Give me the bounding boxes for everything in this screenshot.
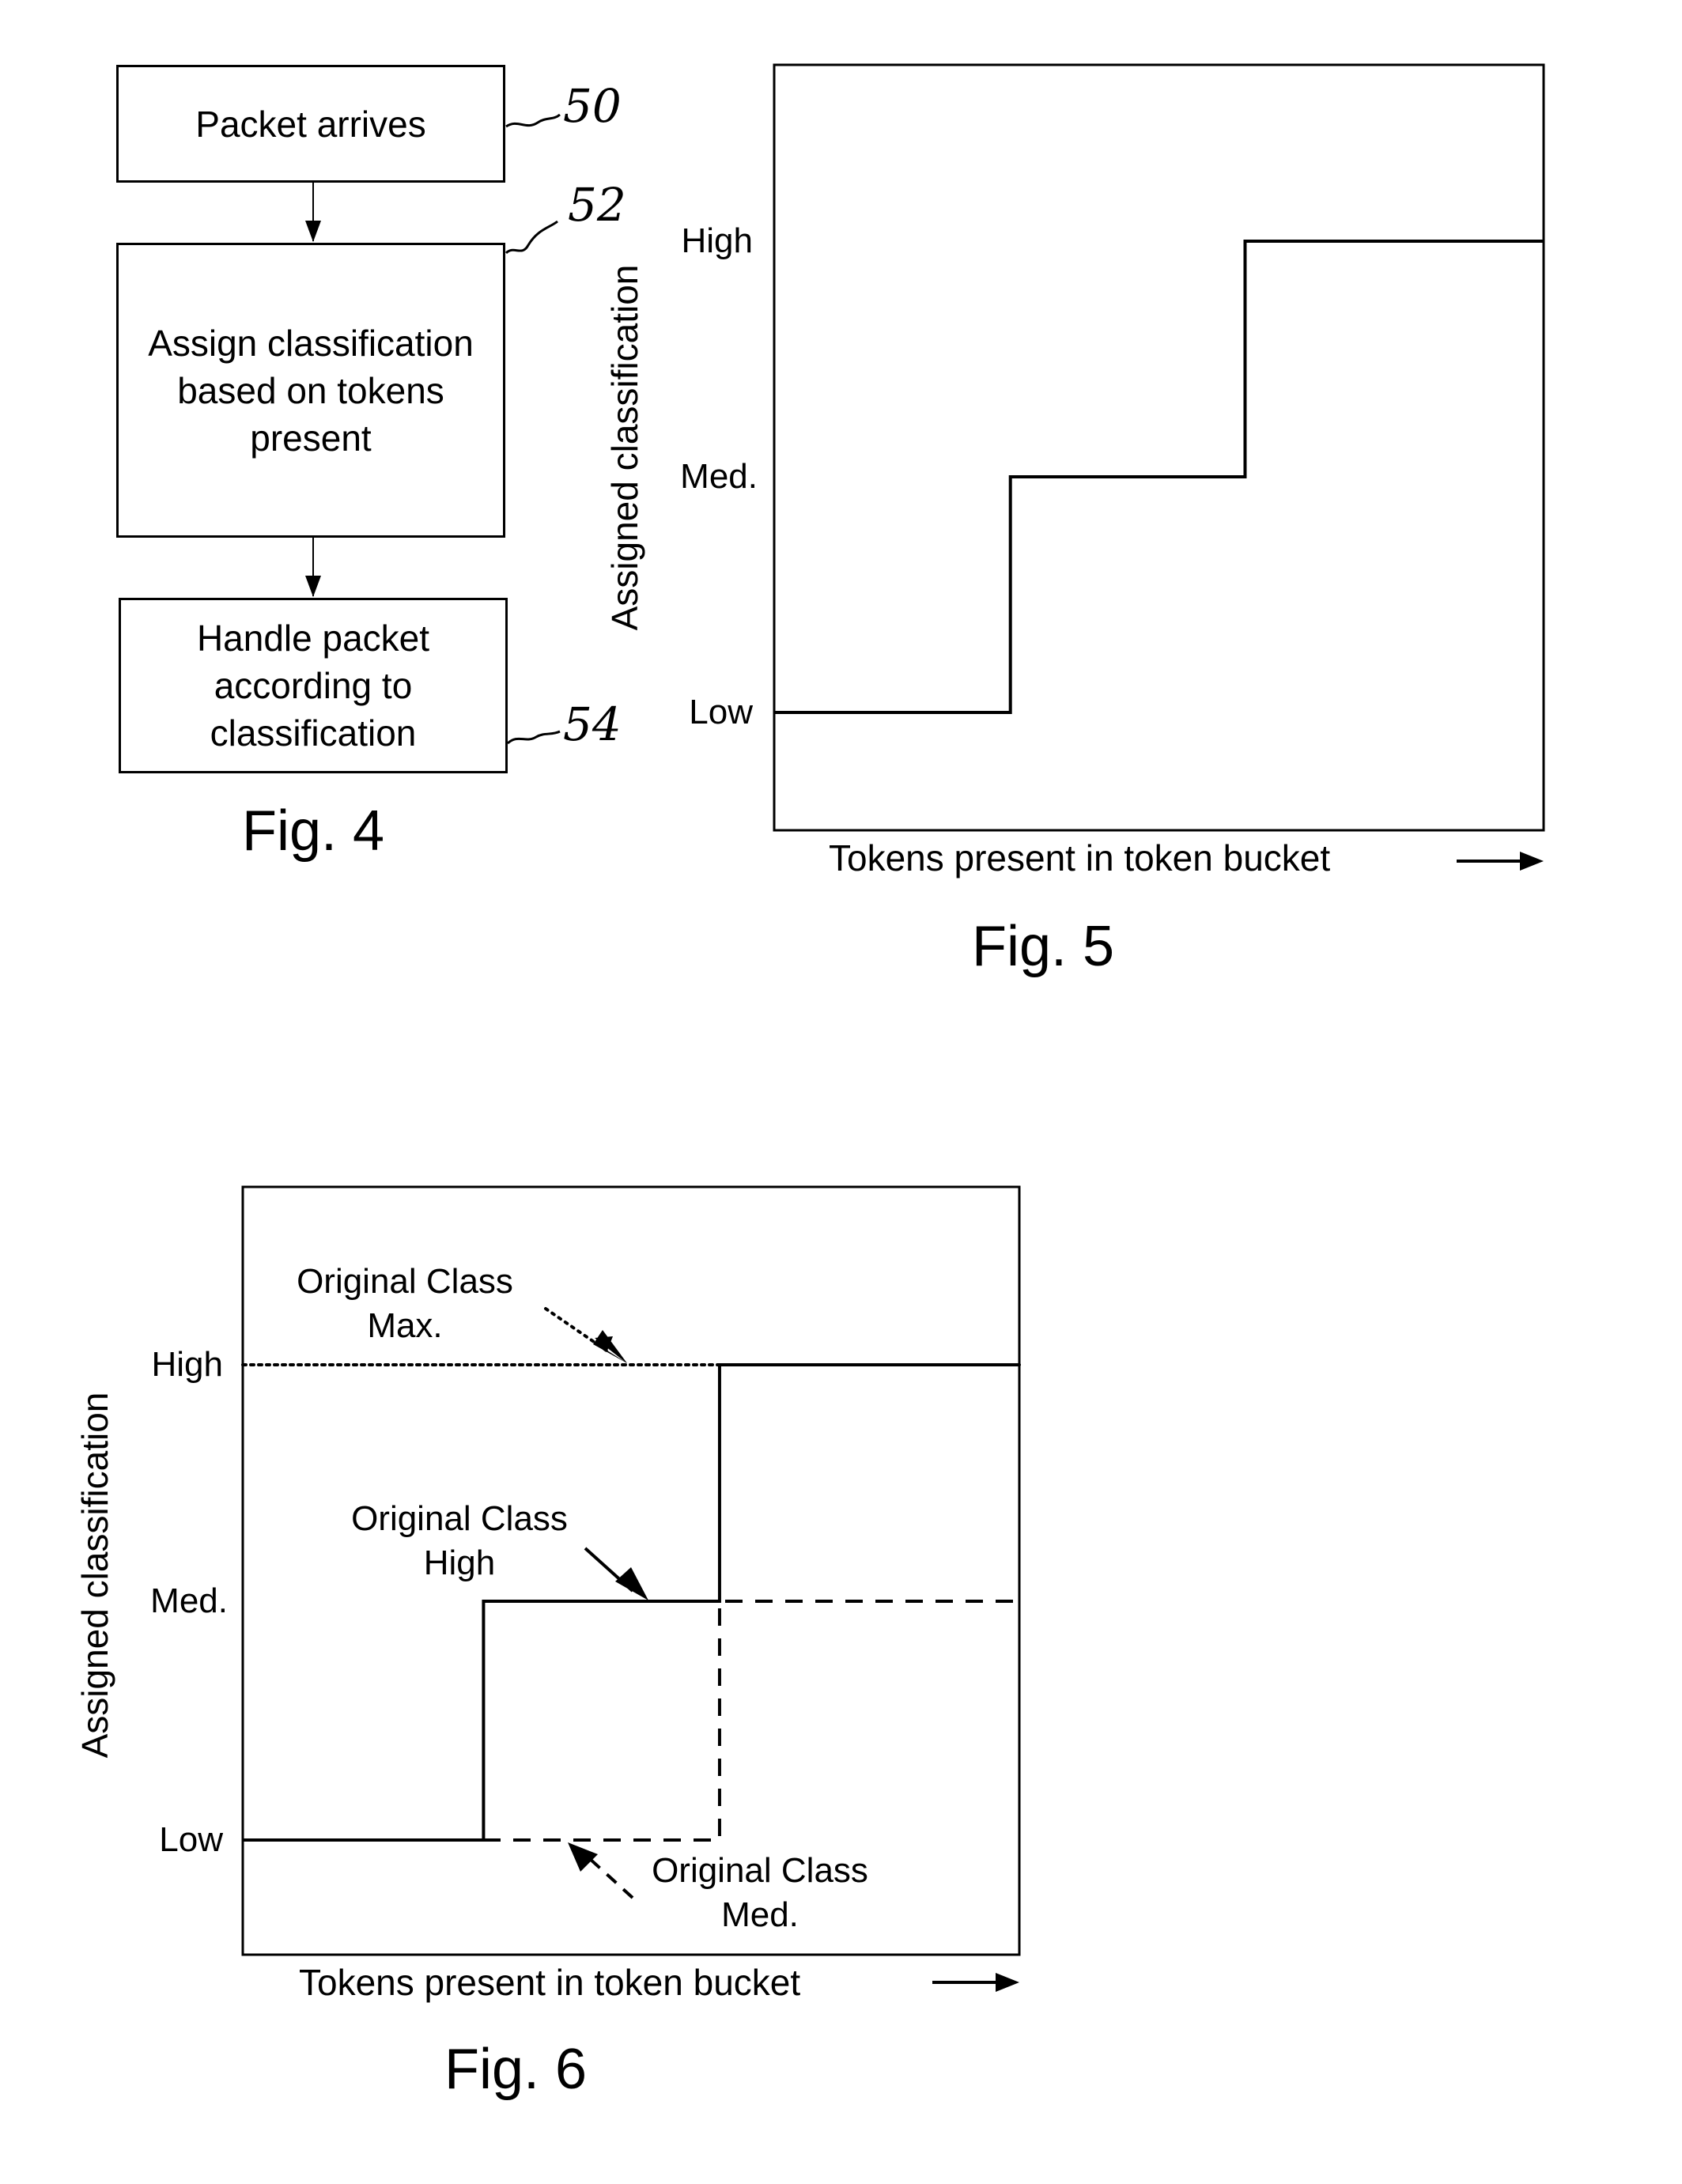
figure-caption-fig5: Fig. 5 (971, 915, 1115, 978)
annotation-arrowhead-med (568, 1842, 598, 1872)
annotation-arrow-med (588, 1857, 634, 1899)
figure-caption-fig6: Fig. 6 (444, 2038, 588, 2101)
leader-line-50 (505, 113, 561, 128)
leader-line-52 (505, 220, 558, 255)
fig5-x-direction-arrowhead (1520, 852, 1544, 871)
fig5-y-tick-med: Med. (680, 457, 758, 496)
fig6-x-axis-label: Tokens present in token bucket (299, 1962, 801, 2003)
flow-arrowhead-1 (305, 221, 321, 242)
leader-line-54 (506, 730, 561, 745)
annotation-original-class-high: Original Class High (351, 1499, 568, 1582)
annotation-arrowhead-max (593, 1330, 627, 1363)
fig5-y-tick-high: High (681, 221, 754, 260)
flow-arrowhead-2 (305, 576, 321, 597)
fig6-y-tick-high: High (151, 1345, 224, 1384)
fig6-x-direction-arrowhead (996, 1973, 1019, 1992)
fig5-plot-frame (773, 63, 1545, 832)
fig6-y-tick-low: Low (159, 1820, 223, 1859)
fig5-y-axis-label: Assigned classification (604, 264, 645, 631)
annotation-original-class-max: Original Class Max. (297, 1262, 513, 1345)
fig5-series-assigned-classification (774, 240, 1544, 714)
fig5-y-tick-low: Low (689, 693, 753, 731)
fig5-chart (773, 63, 1545, 871)
fig6-y-tick-med: Med. (150, 1581, 228, 1620)
annotation-arrowhead-high (615, 1567, 648, 1600)
fig5-x-axis-label: Tokens present in token bucket (829, 837, 1331, 879)
fig6-series-original-class-med (243, 1600, 1019, 1842)
fig6-series-original-class-high (243, 1363, 1019, 1842)
fig6-y-axis-label: Assigned classification (74, 1392, 115, 1759)
annotation-original-class-med: Original Class Med. (652, 1851, 868, 1934)
